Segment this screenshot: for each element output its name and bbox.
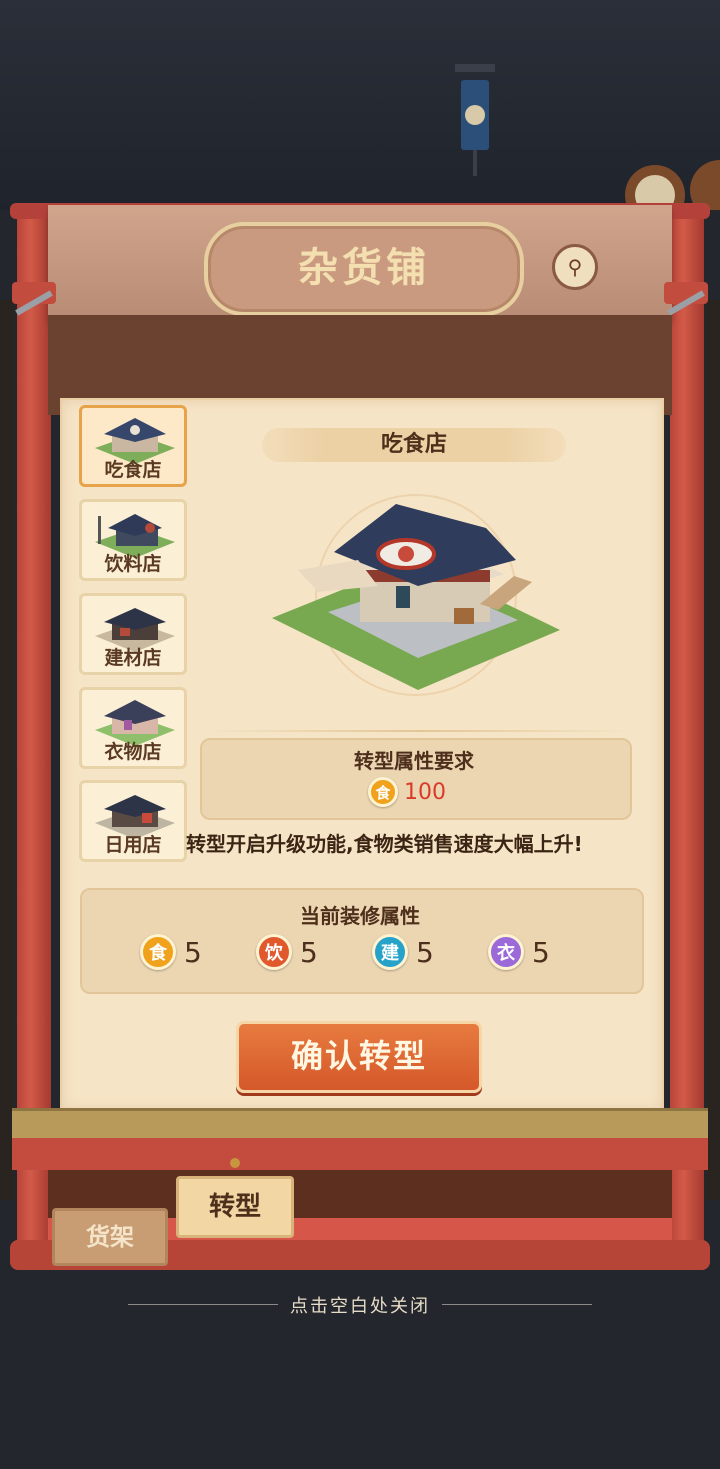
category-item-materials[interactable]: 建材店	[79, 593, 187, 675]
section-divider	[205, 730, 631, 732]
transform-description: 转型开启升级功能,食物类销售速度大幅上升!	[186, 832, 583, 856]
confirm-transform-button[interactable]: 确认转型	[236, 1021, 482, 1093]
tab-transform[interactable]: 转型	[176, 1176, 294, 1238]
shop-name: 吃食店	[380, 432, 447, 457]
category-label: 建材店	[104, 647, 162, 669]
requirement-title: 转型属性要求	[354, 749, 474, 773]
tab-shelf[interactable]: 货架	[52, 1208, 168, 1266]
close-hint[interactable]: 点击空白处关闭	[0, 1292, 720, 1318]
stall-shelf	[12, 1108, 708, 1141]
attribute-build: 建 5	[372, 930, 434, 974]
drink-attribute-icon: 饮	[256, 934, 292, 970]
help-lantern-icon: ⚲	[567, 255, 583, 279]
category-item-clothing[interactable]: 衣物店	[79, 687, 187, 769]
page-title: 杂货铺	[298, 245, 430, 291]
attribute-value: 5	[300, 935, 318, 969]
attribute-value: 5	[532, 935, 550, 969]
attribute-value: 5	[184, 935, 202, 969]
build-attribute-icon: 建	[372, 934, 408, 970]
category-label: 饮料店	[104, 553, 162, 575]
attribute-clothing: 衣 5	[488, 930, 550, 974]
requirement-value: 100	[404, 779, 446, 805]
category-item-daily[interactable]: 日用店	[79, 780, 187, 862]
attribute-value: 5	[416, 935, 434, 969]
category-label: 日用店	[104, 834, 162, 856]
attribute-food: 食 5	[140, 930, 202, 974]
lantern-decoration-icon	[455, 64, 495, 176]
background-left-edge	[0, 300, 14, 1200]
tab-hook-icon	[230, 1158, 240, 1168]
attribute-drink: 饮 5	[256, 930, 318, 974]
category-item-drink[interactable]: 饮料店	[79, 499, 187, 581]
requirement-row: 食 100	[368, 776, 446, 808]
category-label: 吃食店	[104, 459, 162, 481]
background-right-edge	[706, 300, 720, 1200]
background-wheel-icon	[625, 160, 720, 210]
food-shop-building-icon	[272, 494, 560, 696]
clothing-attribute-icon: 衣	[488, 934, 524, 970]
stall-post-right	[670, 205, 704, 1265]
food-attribute-icon: 食	[140, 934, 176, 970]
food-attribute-icon: 食	[368, 777, 398, 807]
stall-shelf-front	[12, 1138, 708, 1170]
stall-post-left	[17, 205, 51, 1265]
category-item-food[interactable]: 吃食店	[79, 405, 187, 487]
current-attributes-title: 当前装修属性	[300, 904, 420, 928]
category-label: 衣物店	[104, 741, 162, 763]
